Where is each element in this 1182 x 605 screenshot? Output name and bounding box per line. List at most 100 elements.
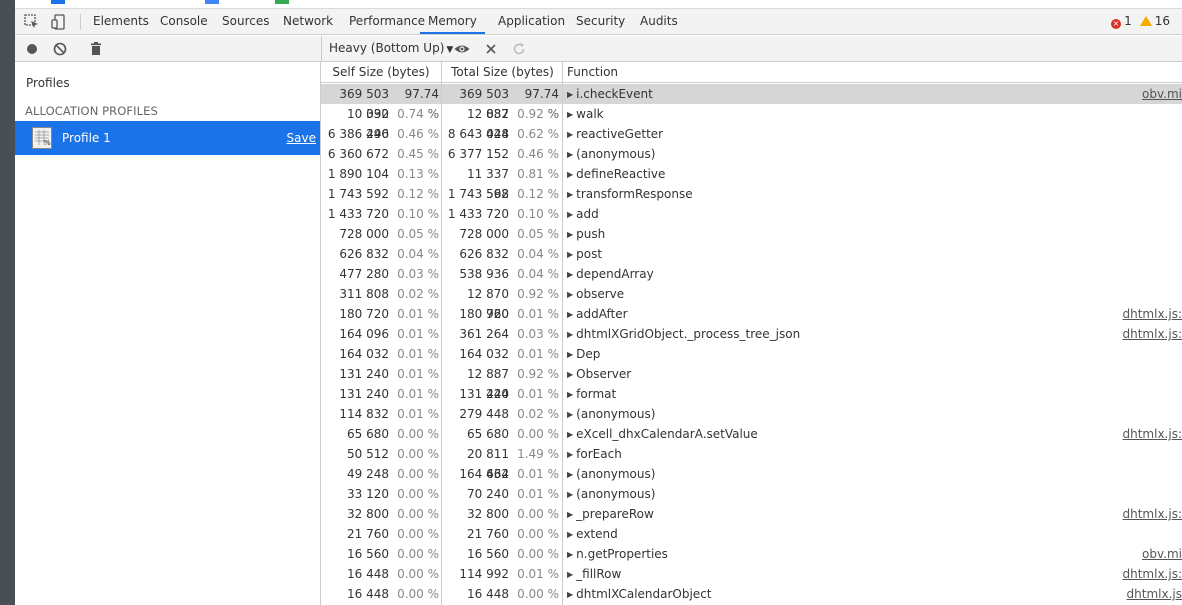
function-name: observe	[576, 287, 625, 301]
source-link[interactable]: dhtmlx.js:	[1123, 564, 1182, 584]
focus-eye-icon[interactable]	[453, 40, 471, 58]
source-link[interactable]: dhtmlx.js:	[1123, 424, 1182, 444]
table-row[interactable]: 65 680 0.00 % 65 680 0.00 % ▶ eXcell_dhxCalen…	[321, 424, 1182, 444]
table-row[interactable]: 49 248 0.00 % 164 464 0.01 % ▶ (anonymous)	[321, 464, 1182, 484]
table-row[interactable]: 50 512 0.00 % 20 811 632 1.49 % ▶ forEach	[321, 444, 1182, 481]
table-row[interactable]: 728 000 0.05 % 728 000 0.05 % ▶ push	[321, 224, 1182, 244]
table-row[interactable]: 164 096 0.01 % 361 264 0.03 % ▶ dhtmlXGridObj…	[321, 324, 1182, 344]
expand-arrow-icon[interactable]: ▶	[567, 350, 573, 359]
total-size-cell: 21 760	[467, 527, 509, 541]
table-row[interactable]: 1 743 592 0.12 % 1 743 592 0.12 % ▶ transform…	[321, 184, 1182, 204]
table-row[interactable]: 33 120 0.00 % 70 240 0.01 % ▶ (anonymous)	[321, 484, 1182, 504]
save-profile-link[interactable]: Save	[287, 131, 316, 145]
function-name: defineReactive	[576, 167, 666, 181]
record-icon[interactable]	[23, 40, 41, 58]
self-size-cell: 477 280	[339, 267, 389, 281]
tab-audits[interactable]: Audits	[632, 9, 686, 34]
table-row[interactable]: 10 390 240 0.74 % 12 887 424 0.92 % ▶ walk	[321, 104, 1182, 141]
expand-arrow-icon[interactable]: ▶	[567, 430, 573, 439]
table-row[interactable]: 626 832 0.04 % 626 832 0.04 % ▶ post	[321, 244, 1182, 264]
header-total-size[interactable]: Total Size (bytes)	[442, 62, 563, 83]
clear-icon[interactable]	[51, 40, 69, 58]
function-cell: ▶ add	[567, 204, 599, 225]
tab-elements[interactable]: Elements	[85, 9, 157, 34]
expand-arrow-icon[interactable]: ▶	[567, 130, 573, 139]
trash-icon[interactable]	[87, 40, 105, 58]
expand-arrow-icon[interactable]: ▶	[567, 110, 573, 119]
table-row[interactable]: 16 560 0.00 % 16 560 0.00 % ▶ n.getProperties…	[321, 544, 1182, 564]
expand-arrow-icon[interactable]: ▶	[567, 570, 573, 579]
expand-arrow-icon[interactable]: ▶	[567, 330, 573, 339]
total-size-percent-cell: 0.02 %	[517, 407, 559, 421]
device-toolbar-icon[interactable]	[50, 13, 68, 31]
source-link[interactable]: dhtmlx.js:	[1123, 504, 1182, 524]
expand-arrow-icon[interactable]: ▶	[567, 230, 573, 239]
inspect-element-icon[interactable]	[23, 13, 41, 31]
table-row[interactable]: 16 448 0.00 % 16 448 0.00 % ▶ dhtmlXCalendarO…	[321, 584, 1182, 604]
expand-arrow-icon[interactable]: ▶	[567, 250, 573, 259]
function-name: i.checkEvent	[576, 87, 653, 101]
table-row[interactable]: 21 760 0.00 % 21 760 0.00 % ▶ extend	[321, 524, 1182, 544]
table-row[interactable]: 369 503 032 97.74 % 369 503 032 97.74 % ▶ i.c…	[321, 84, 1182, 121]
profile-item[interactable]: % Profile 1 Save	[15, 121, 320, 155]
table-row[interactable]: 180 720 0.01 % 180 720 0.01 % ▶ addAfter dhtml…	[321, 304, 1182, 324]
expand-arrow-icon[interactable]: ▶	[567, 490, 573, 499]
expand-arrow-icon[interactable]: ▶	[567, 390, 573, 399]
view-select[interactable]: Heavy (Bottom Up) ▼	[329, 36, 453, 61]
expand-arrow-icon[interactable]: ▶	[567, 550, 573, 559]
source-link[interactable]: obv.mi	[1142, 84, 1182, 104]
tab-security[interactable]: Security	[568, 9, 633, 34]
expand-arrow-icon[interactable]: ▶	[567, 170, 573, 179]
source-link[interactable]: dhtmlx.js	[1127, 584, 1182, 604]
expand-arrow-icon[interactable]: ▶	[567, 370, 573, 379]
tab-console[interactable]: Console	[152, 9, 216, 34]
table-row[interactable]: 1 433 720 0.10 % 1 433 720 0.10 % ▶ add	[321, 204, 1182, 224]
total-size-percent-cell: 0.81 %	[517, 167, 559, 181]
self-size-percent-cell: 0.12 %	[397, 187, 439, 201]
header-function[interactable]: Function	[567, 62, 618, 83]
expand-arrow-icon[interactable]: ▶	[567, 450, 573, 459]
table-row[interactable]: 6 386 496 0.46 % 8 643 048 0.62 % ▶ reactiveG…	[321, 124, 1182, 144]
expand-arrow-icon[interactable]: ▶	[567, 410, 573, 419]
tab-sources[interactable]: Sources	[214, 9, 277, 34]
tab-network[interactable]: Network	[275, 9, 341, 34]
expand-arrow-icon[interactable]: ▶	[567, 270, 573, 279]
table-row[interactable]: 311 808 0.02 % 12 870 960 0.92 % ▶ observe	[321, 284, 1182, 321]
expand-arrow-icon[interactable]: ▶	[567, 310, 573, 319]
expand-arrow-icon[interactable]: ▶	[567, 210, 573, 219]
self-size-cell: 728 000	[339, 227, 389, 241]
header-self-size[interactable]: Self Size (bytes)	[321, 62, 441, 83]
console-status[interactable]: × 1 16	[1111, 9, 1170, 34]
table-row[interactable]: 477 280 0.03 % 538 936 0.04 % ▶ dependArray	[321, 264, 1182, 284]
function-name: transformResponse	[576, 187, 693, 201]
tab-application[interactable]: Application	[490, 9, 573, 34]
function-name: reactiveGetter	[576, 127, 664, 141]
table-row[interactable]: 16 448 0.00 % 114 992 0.01 % ▶ _fillRow dhtmlx…	[321, 564, 1182, 584]
table-row[interactable]: 114 832 0.01 % 279 448 0.02 % ▶ (anonymous)	[321, 404, 1182, 424]
table-row[interactable]: 131 240 0.01 % 131 240 0.01 % ▶ format	[321, 384, 1182, 404]
total-size-percent-cell: 0.00 %	[517, 587, 559, 601]
source-link[interactable]: dhtmlx.js:	[1123, 304, 1182, 324]
self-size-cell: 16 448	[347, 587, 389, 601]
function-cell: ▶ dependArray	[567, 264, 654, 285]
expand-arrow-icon[interactable]: ▶	[567, 470, 573, 479]
source-link[interactable]: obv.mi	[1142, 544, 1182, 564]
total-size-cell: 538 936	[459, 267, 509, 281]
tab-memory[interactable]: Memory	[420, 9, 485, 34]
source-link[interactable]: dhtmlx.js:	[1123, 324, 1182, 344]
expand-arrow-icon[interactable]: ▶	[567, 90, 573, 99]
expand-arrow-icon[interactable]: ▶	[567, 590, 573, 599]
expand-arrow-icon[interactable]: ▶	[567, 530, 573, 539]
expand-arrow-icon[interactable]: ▶	[567, 190, 573, 199]
restore-refresh-icon[interactable]	[510, 40, 528, 58]
table-row[interactable]: 164 032 0.01 % 164 032 0.01 % ▶ Dep	[321, 344, 1182, 364]
table-row[interactable]: 1 890 104 0.13 % 11 337 568 0.81 % ▶ defineRe…	[321, 164, 1182, 201]
total-size-percent-cell: 0.00 %	[517, 427, 559, 441]
table-row[interactable]: 6 360 672 0.45 % 6 377 152 0.46 % ▶ (anonymou…	[321, 144, 1182, 164]
expand-arrow-icon[interactable]: ▶	[567, 290, 573, 299]
exclude-close-icon[interactable]	[482, 40, 500, 58]
expand-arrow-icon[interactable]: ▶	[567, 150, 573, 159]
table-row[interactable]: 32 800 0.00 % 32 800 0.00 % ▶ _prepareRow dhtm…	[321, 504, 1182, 524]
table-row[interactable]: 131 240 0.01 % 12 887 424 0.92 % ▶ Observer	[321, 364, 1182, 401]
expand-arrow-icon[interactable]: ▶	[567, 510, 573, 519]
